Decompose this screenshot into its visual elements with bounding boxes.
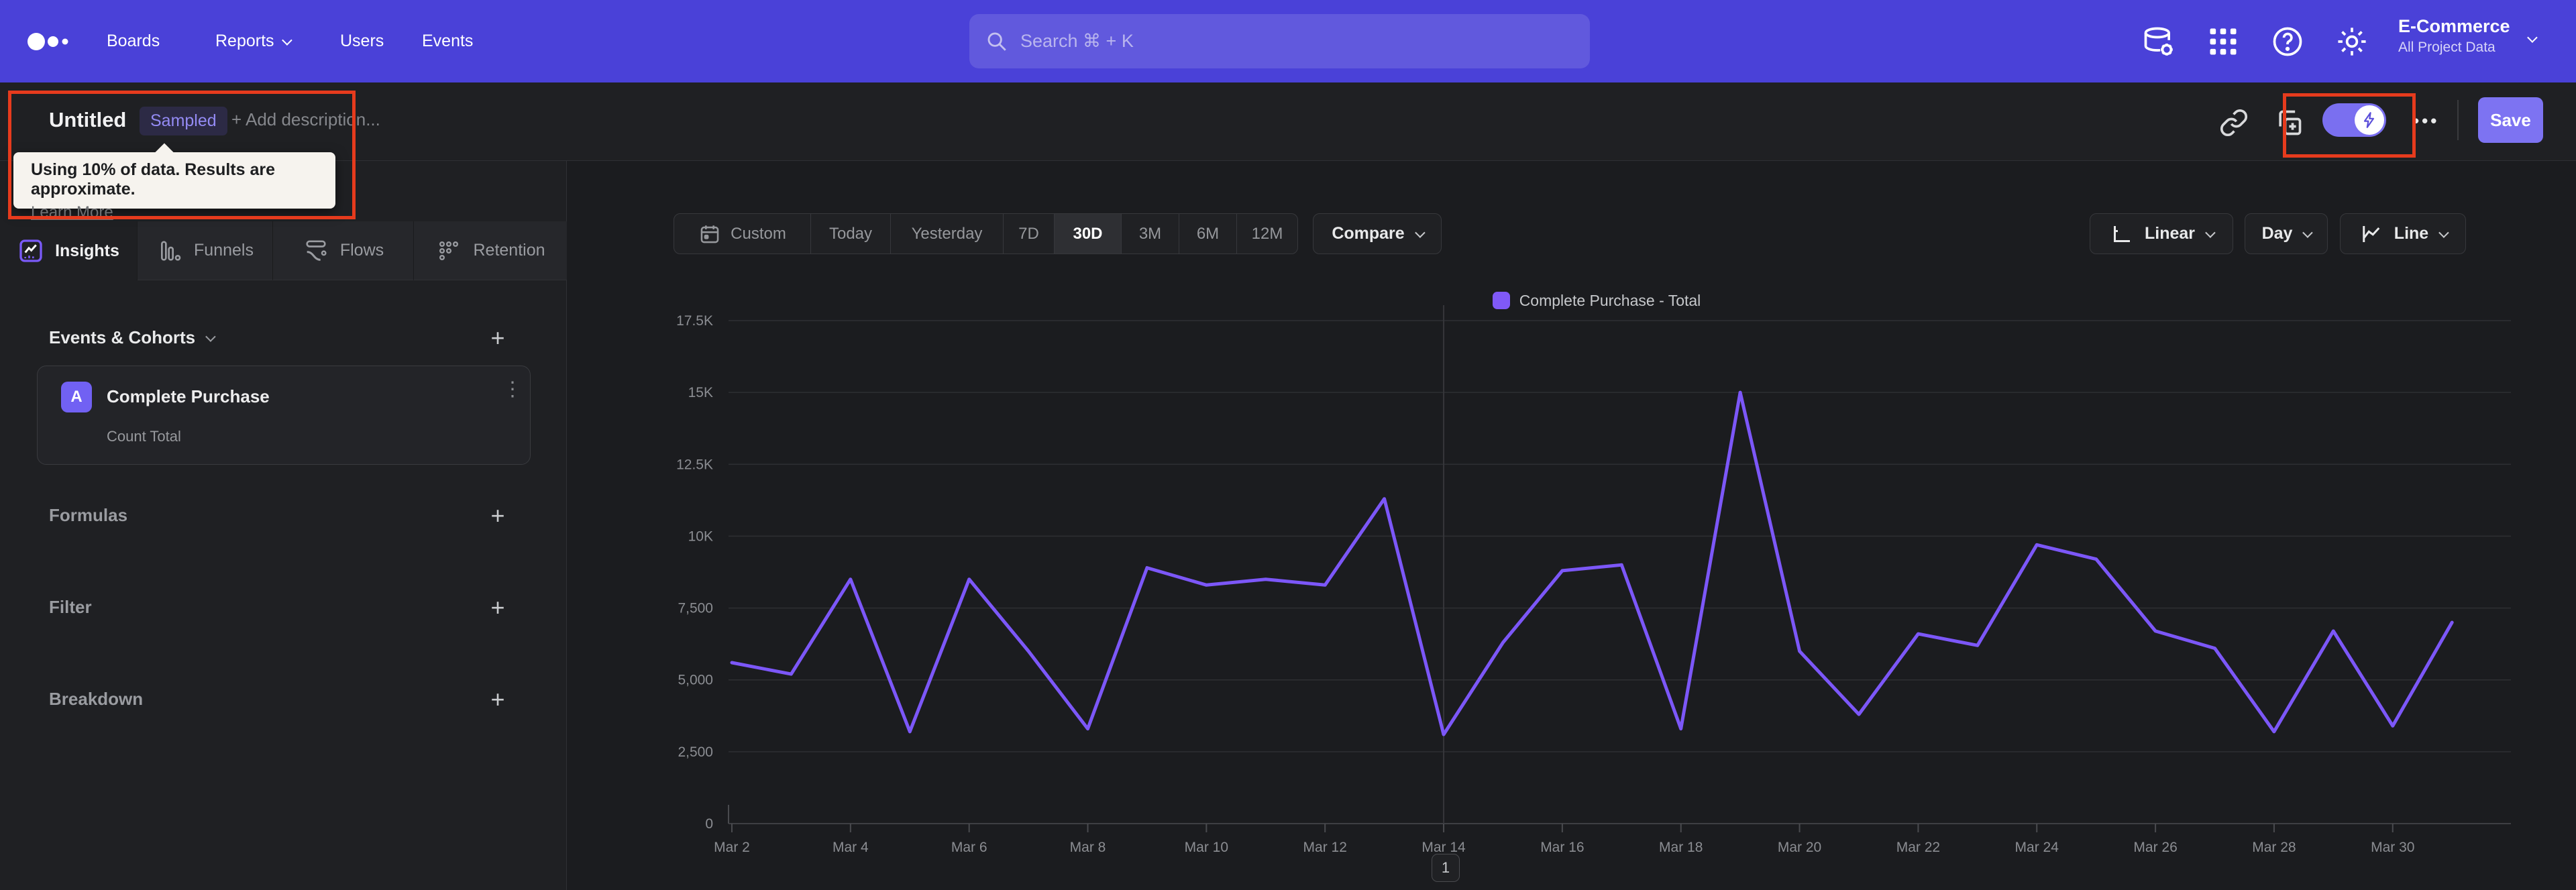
svg-text:Mar 2: Mar 2 bbox=[714, 840, 750, 855]
duplicate-icon[interactable] bbox=[2274, 108, 2304, 137]
svg-text:10K: 10K bbox=[688, 529, 713, 544]
nav-item-boards[interactable]: Boards bbox=[107, 0, 160, 82]
svg-text:Mar 26: Mar 26 bbox=[2133, 840, 2177, 855]
query-builder-panel: Insights Funnels Flows Retention Events … bbox=[0, 161, 567, 890]
add-filter-button[interactable]: + bbox=[484, 594, 511, 621]
tab-funnels[interactable]: Funnels bbox=[138, 221, 273, 280]
nav-item-reports[interactable]: Reports bbox=[215, 0, 292, 82]
chevron-down-icon bbox=[205, 331, 216, 342]
report-title-bar: Untitled Sampled + Add description... •• bbox=[0, 82, 2576, 161]
insights-icon bbox=[19, 239, 42, 262]
project-switcher[interactable]: E-Commerce All Project Data bbox=[2398, 16, 2510, 56]
add-event-button[interactable]: + bbox=[484, 324, 511, 351]
filter-section-label: Filter bbox=[49, 597, 92, 617]
project-chevron-down-icon[interactable] bbox=[2527, 32, 2538, 43]
svg-text:Mar 14: Mar 14 bbox=[1421, 840, 1466, 855]
svg-text:Mar 6: Mar 6 bbox=[951, 840, 987, 855]
project-name: E-Commerce bbox=[2398, 16, 2510, 36]
add-description[interactable]: + Add description... bbox=[231, 109, 380, 130]
tooltip-learn-more-link[interactable]: Learn More bbox=[31, 203, 113, 222]
event-series-badge: A bbox=[61, 382, 92, 412]
pagination-page-1[interactable]: 1 bbox=[1432, 854, 1460, 882]
series-line[interactable] bbox=[730, 390, 2454, 736]
search-input[interactable]: Search ⌘ + K bbox=[969, 14, 1590, 68]
svg-text:Mar 28: Mar 28 bbox=[2252, 840, 2296, 855]
more-actions-button[interactable]: ••• bbox=[2413, 111, 2439, 131]
app-window: Boards Reports Users Events Search ⌘ + K bbox=[0, 0, 2576, 890]
divider bbox=[2457, 100, 2459, 140]
svg-text:15K: 15K bbox=[688, 385, 713, 400]
retention-icon bbox=[439, 241, 459, 260]
add-breakdown-button[interactable]: + bbox=[484, 685, 511, 713]
copy-link-icon[interactable] bbox=[2219, 108, 2249, 137]
sampling-tooltip: Using 10% of data. Results are approxima… bbox=[13, 143, 335, 221]
nav-item-users[interactable]: Users bbox=[340, 0, 384, 82]
flows-icon bbox=[306, 240, 327, 261]
event-card[interactable]: A Complete Purchase Count Total ⋮ bbox=[37, 366, 531, 465]
search-placeholder: Search ⌘ + K bbox=[1020, 31, 1134, 51]
events-cohorts-header[interactable]: Events & Cohorts bbox=[49, 327, 216, 348]
tab-insights[interactable]: Insights bbox=[0, 221, 138, 280]
svg-text:Mar 16: Mar 16 bbox=[1540, 840, 1584, 855]
svg-text:12.5K: 12.5K bbox=[676, 457, 713, 472]
svg-text:Mar 4: Mar 4 bbox=[833, 840, 869, 855]
event-metric[interactable]: Count Total bbox=[107, 428, 181, 445]
tab-retention[interactable]: Retention bbox=[414, 221, 567, 280]
top-nav: Boards Reports Users Events Search ⌘ + K bbox=[0, 0, 2576, 82]
svg-text:0: 0 bbox=[705, 816, 713, 832]
tooltip-message: Using 10% of data. Results are approxima… bbox=[31, 160, 276, 199]
project-scope: All Project Data bbox=[2398, 40, 2496, 55]
nav-item-events[interactable]: Events bbox=[422, 0, 473, 82]
data-management-icon[interactable] bbox=[2141, 24, 2176, 59]
tab-flows[interactable]: Flows bbox=[273, 221, 414, 280]
mixpanel-logo[interactable] bbox=[25, 28, 72, 55]
svg-text:5,000: 5,000 bbox=[678, 673, 713, 688]
apps-grid-icon[interactable] bbox=[2206, 24, 2241, 59]
formulas-section-label: Formulas bbox=[49, 505, 128, 525]
svg-text:Mar 24: Mar 24 bbox=[2015, 840, 2059, 855]
event-name: Complete Purchase bbox=[107, 386, 270, 406]
settings-gear-icon[interactable] bbox=[2334, 24, 2369, 59]
line-chart: 0 2,500 5,000 7,500 10K 12.5K 15K 17.5K Mar 2 Mar… bbox=[676, 305, 2511, 855]
sampling-toggle[interactable] bbox=[2322, 103, 2386, 137]
chart-area: Custom Today Yesterday 7D 30D 3M 6M 12M … bbox=[568, 161, 2576, 890]
save-button[interactable]: Save bbox=[2478, 97, 2543, 143]
svg-text:Mar 10: Mar 10 bbox=[1185, 840, 1228, 855]
svg-text:7,500: 7,500 bbox=[678, 601, 713, 616]
svg-text:Mar 12: Mar 12 bbox=[1303, 840, 1347, 855]
event-kebab-menu[interactable]: ⋮ bbox=[499, 380, 526, 412]
toggle-knob bbox=[2355, 105, 2384, 135]
svg-text:2,500: 2,500 bbox=[678, 744, 713, 760]
svg-text:17.5K: 17.5K bbox=[676, 313, 713, 329]
chevron-down-icon bbox=[281, 35, 292, 46]
svg-text:Mar 8: Mar 8 bbox=[1070, 840, 1106, 855]
report-tabs: Insights Funnels Flows Retention bbox=[0, 221, 567, 280]
search-icon bbox=[987, 32, 1006, 51]
lightning-bolt-icon bbox=[2363, 112, 2375, 128]
svg-text:Mar 18: Mar 18 bbox=[1659, 840, 1703, 855]
sampled-badge[interactable]: Sampled bbox=[140, 107, 227, 135]
report-title[interactable]: Untitled bbox=[49, 108, 126, 132]
help-icon[interactable] bbox=[2270, 24, 2305, 59]
breakdown-section-label: Breakdown bbox=[49, 689, 144, 709]
svg-text:Mar 22: Mar 22 bbox=[1896, 840, 1940, 855]
add-formula-button[interactable]: + bbox=[484, 502, 511, 529]
svg-text:Mar 20: Mar 20 bbox=[1778, 840, 1821, 855]
funnels-icon bbox=[161, 240, 181, 261]
svg-text:Mar 30: Mar 30 bbox=[2371, 840, 2414, 855]
